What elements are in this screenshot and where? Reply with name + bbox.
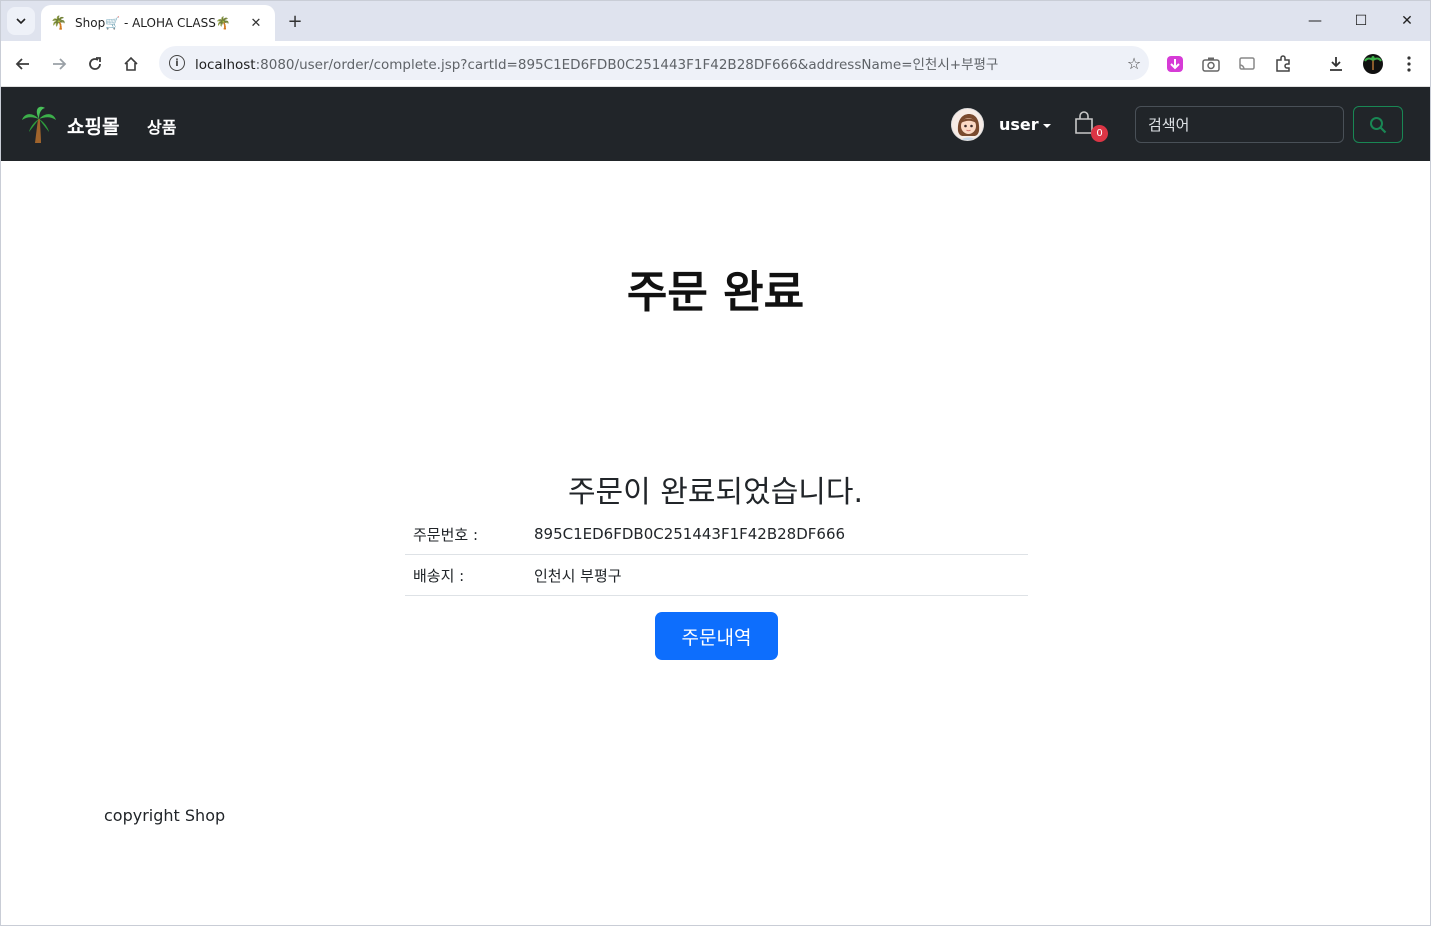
brand-name: 쇼핑몰 <box>67 115 120 138</box>
home-button[interactable] <box>117 50 145 78</box>
extensions-puzzle-icon[interactable] <box>1270 51 1296 77</box>
tab-strip: 🌴 Shop🛒 - ALOHA CLASS🌴 ✕ + — ☐ ✕ <box>1 1 1430 41</box>
profile-avatar-icon[interactable] <box>1360 51 1386 77</box>
reload-icon <box>89 57 101 70</box>
camera-icon[interactable] <box>1198 51 1224 77</box>
user-avatar[interactable] <box>951 108 984 141</box>
url-rest: :8080/user/order/complete.jsp?cartId=895… <box>255 57 999 73</box>
nav-link-products[interactable]: 상품 <box>147 114 176 138</box>
close-window-button[interactable]: ✕ <box>1384 1 1430 41</box>
order-info-table: 주문번호 : 895C1ED6FDB0C251443F1F42B28DF666 … <box>405 514 1028 596</box>
site-navbar: 쇼핑몰 상품 user 0 <box>1 87 1430 161</box>
menu-kebab-icon[interactable] <box>1396 51 1422 77</box>
footer-copyright: copyright Shop <box>104 806 226 825</box>
cart-count-badge: 0 <box>1091 125 1108 142</box>
order-number-value: 895C1ED6FDB0C251443F1F42B28DF666 <box>534 525 846 543</box>
reload-button[interactable] <box>81 50 109 78</box>
order-history-button[interactable]: 주문내역 <box>655 612 778 660</box>
shipping-address-value: 인천시 부평구 <box>534 566 622 585</box>
close-icon[interactable]: ✕ <box>247 14 265 32</box>
bookmark-star-icon[interactable]: ☆ <box>1119 54 1149 73</box>
search-icon <box>1370 116 1387 133</box>
tab-search-button[interactable] <box>7 7 35 35</box>
browser-toolbar: i localhost:8080/user/order/complete.jsp… <box>1 41 1430 87</box>
search-button[interactable] <box>1353 106 1403 143</box>
tab-title: Shop🛒 - ALOHA CLASS🌴 <box>75 16 231 30</box>
site-info-icon[interactable]: i <box>169 55 185 71</box>
address-bar[interactable]: i localhost:8080/user/order/complete.jsp… <box>159 46 1149 80</box>
maximize-button[interactable]: ☐ <box>1338 1 1384 41</box>
cast-icon[interactable] <box>1234 51 1260 77</box>
back-button[interactable] <box>9 50 37 78</box>
forward-button[interactable] <box>45 50 73 78</box>
home-icon <box>124 56 138 71</box>
user-name: user <box>999 115 1039 134</box>
browser-tab[interactable]: 🌴 Shop🛒 - ALOHA CLASS🌴 ✕ <box>41 5 275 41</box>
window-controls: — ☐ ✕ <box>1292 1 1430 41</box>
shipping-address-row: 배송지 : 인천시 부평구 <box>405 555 1028 596</box>
downloads-icon[interactable] <box>1323 51 1349 77</box>
brand-link[interactable]: 쇼핑몰 <box>21 105 119 145</box>
extension-download-icon[interactable] <box>1162 51 1188 77</box>
order-complete-message: 주문이 완료되었습니다. <box>567 475 864 510</box>
url-text[interactable]: localhost:8080/user/order/complete.jsp?c… <box>195 53 1119 73</box>
order-number-row: 주문번호 : 895C1ED6FDB0C251443F1F42B28DF666 <box>405 514 1028 555</box>
order-number-label: 주문번호 : <box>413 525 479 544</box>
minimize-button[interactable]: — <box>1292 1 1338 41</box>
search-input[interactable] <box>1135 106 1344 143</box>
palm-tree-icon: 🌴 <box>50 15 68 31</box>
arrow-left-icon <box>15 58 29 70</box>
chevron-down-icon <box>16 18 26 25</box>
palm-tree-logo-icon <box>22 106 56 143</box>
user-dropdown[interactable]: user <box>999 115 1051 134</box>
new-tab-button[interactable]: + <box>283 9 307 33</box>
shipping-address-label: 배송지 : <box>413 566 465 585</box>
url-host: localhost <box>195 57 256 73</box>
arrow-right-icon <box>53 58 67 70</box>
page-title: 주문 완료 <box>626 267 805 318</box>
caret-down-icon <box>1042 123 1051 128</box>
browser-window: 🌴 Shop🛒 - ALOHA CLASS🌴 ✕ + — ☐ ✕ i local… <box>0 0 1431 926</box>
